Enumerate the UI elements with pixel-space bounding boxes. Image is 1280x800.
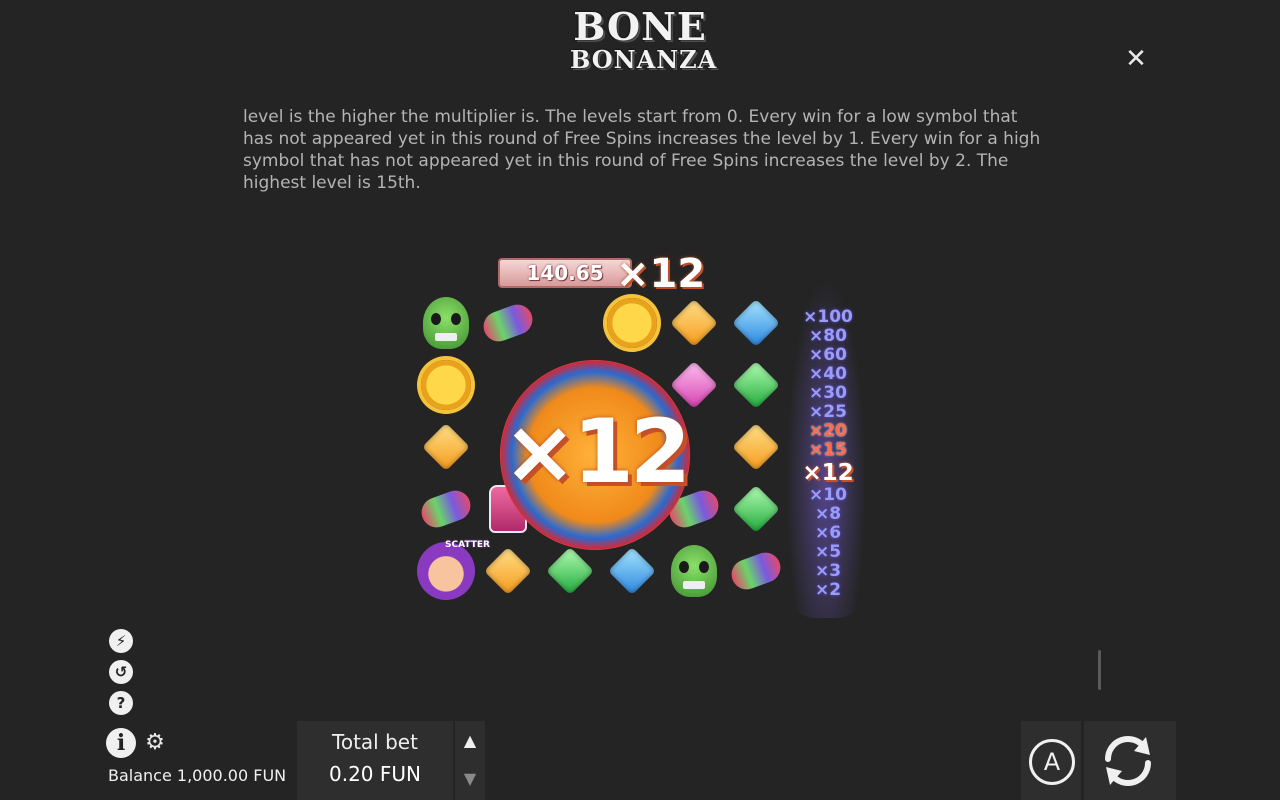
help-icon[interactable]: ?	[109, 691, 133, 715]
win-amount-bar: 140.65	[498, 258, 632, 288]
balance-display: Balance 1,000.00 FUN	[108, 766, 287, 785]
win-multiplier: ×12	[616, 251, 706, 297]
symbol-cell	[477, 292, 539, 354]
logo-line-2: BONANZA	[570, 45, 718, 74]
symbol-cell	[725, 416, 787, 478]
total-bet-panel: Total bet 0.20 FUN	[297, 721, 453, 800]
turbo-icon[interactable]: ⚡	[109, 629, 133, 653]
orange-gem-icon	[483, 546, 533, 596]
ladder-step: ×100	[803, 307, 853, 327]
green-gem-icon	[545, 546, 595, 596]
sun-symbol-icon	[421, 360, 471, 410]
ladder-step: ×15	[809, 440, 847, 460]
scrollbar-thumb[interactable]	[1098, 650, 1101, 690]
spin-button[interactable]	[1096, 729, 1160, 793]
multiplier-ladder: ×100 ×80 ×60 ×40 ×30 ×25 ×20 ×15 ×12 ×10 ×8 ×6 ×5 ×3 ×…	[786, 278, 866, 618]
big-multiplier: ×12	[502, 400, 691, 503]
gear-icon[interactable]: ⚙	[143, 731, 167, 755]
win-amount: 140.65	[526, 261, 604, 285]
symbol-cell	[415, 416, 477, 478]
history-icon[interactable]: ↺	[109, 660, 133, 684]
ladder-step: ×10	[809, 485, 847, 505]
symbol-cell	[415, 354, 477, 416]
spin-panel	[1084, 721, 1176, 800]
ladder-step: ×60	[809, 345, 847, 365]
maraca-symbol-icon	[417, 486, 475, 532]
green-gem-icon	[731, 484, 781, 534]
symbol-cell	[725, 478, 787, 540]
ladder-step: ×20	[809, 421, 847, 441]
ladder-step: ×25	[809, 402, 847, 422]
ladder-step: ×40	[809, 364, 847, 384]
symbol-cell	[415, 478, 477, 540]
bet-stepper: ▲ ▼	[455, 721, 485, 800]
multiplier-illustration: 140.65 ×12 SCATTER ×12 ×100 ×80 ×60 ×40 ×30 ×…	[410, 250, 890, 625]
symbol-cell	[725, 354, 787, 416]
total-bet-label: Total bet	[332, 730, 418, 754]
ladder-list: ×100 ×80 ×60 ×40 ×30 ×25 ×20 ×15 ×12 ×10 ×8 ×6 ×5 ×3 ×…	[786, 308, 870, 600]
green-gem-icon	[731, 360, 781, 410]
ladder-step: ×2	[814, 580, 842, 600]
total-bet-value: 0.20 FUN	[329, 762, 421, 786]
symbol-cell	[663, 292, 725, 354]
skull-symbol-icon	[671, 545, 717, 597]
autoplay-panel: A	[1021, 721, 1081, 800]
symbol-cell	[601, 540, 663, 602]
symbol-cell	[725, 292, 787, 354]
maraca-symbol-icon	[727, 548, 785, 594]
bet-increase-icon[interactable]: ▲	[455, 731, 485, 750]
ladder-step: ×5	[814, 542, 842, 562]
info-icon[interactable]: i	[106, 728, 136, 758]
scatter-symbol-icon	[417, 542, 475, 600]
skull-symbol-icon	[423, 297, 469, 349]
multiplier-burst: ×12	[500, 360, 691, 550]
ladder-step: ×12	[802, 460, 854, 486]
maraca-symbol-icon	[479, 300, 537, 346]
scatter-label: SCATTER	[445, 540, 490, 550]
autoplay-button[interactable]: A	[1029, 739, 1075, 785]
orange-gem-icon	[669, 298, 719, 348]
sun-symbol-icon	[607, 298, 657, 348]
game-logo: BONE BONANZA	[570, 4, 718, 74]
bet-decrease-icon[interactable]: ▼	[455, 769, 485, 788]
logo-line-1: BONE	[573, 4, 707, 49]
ladder-step: ×6	[814, 523, 842, 543]
close-icon[interactable]: ✕	[1124, 46, 1148, 72]
symbol-cell	[663, 540, 725, 602]
rules-clip-mask	[0, 94, 1280, 106]
symbol-cell	[415, 292, 477, 354]
ladder-step: ×30	[809, 383, 847, 403]
blue-gem-icon	[731, 298, 781, 348]
orange-gem-icon	[731, 422, 781, 472]
symbol-cell	[601, 292, 663, 354]
orange-gem-icon	[421, 422, 471, 472]
blue-gem-icon	[607, 546, 657, 596]
ladder-step: ×8	[814, 504, 842, 524]
ladder-step: ×3	[814, 561, 842, 581]
ladder-step: ×80	[809, 326, 847, 346]
symbol-cell	[725, 540, 787, 602]
rules-paragraph: level is the higher the multiplier is. T…	[243, 107, 1041, 193]
